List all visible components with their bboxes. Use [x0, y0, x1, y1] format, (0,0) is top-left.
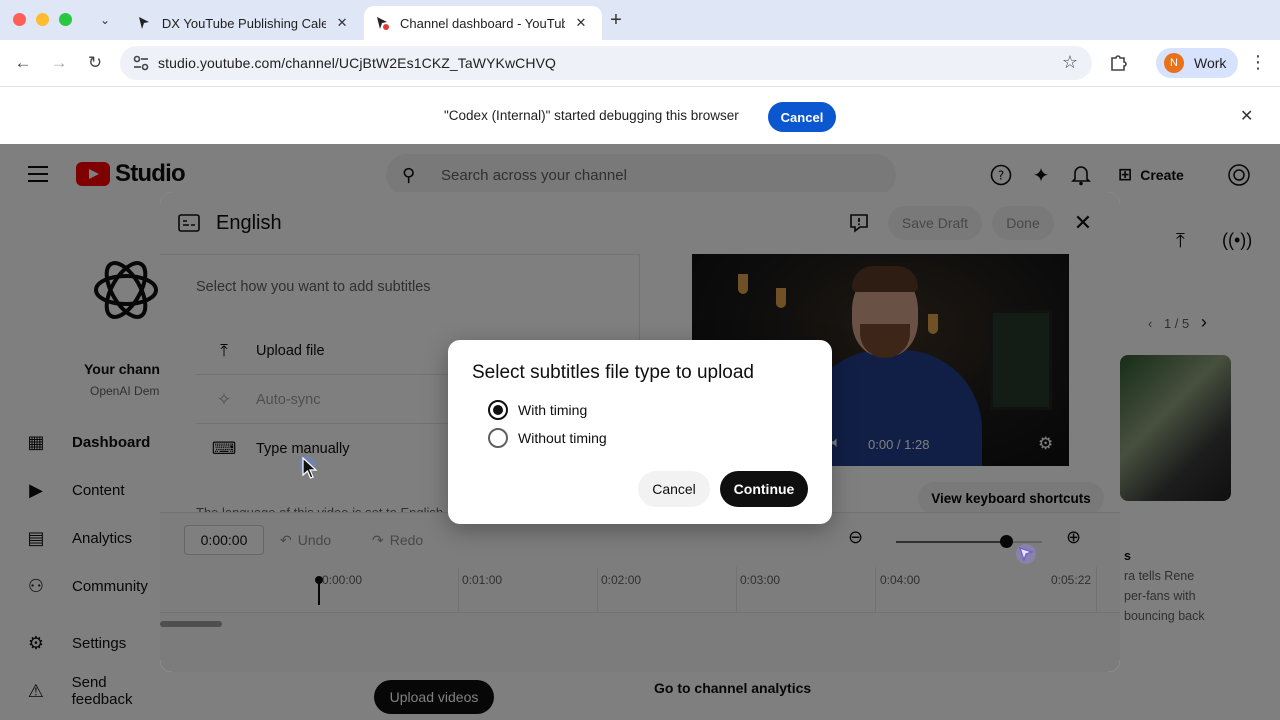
infobar-close-icon[interactable]: ✕ [1240, 106, 1253, 126]
infobar-cancel-button[interactable]: Cancel [768, 102, 836, 132]
window-close-button[interactable] [13, 13, 26, 26]
cursor-favicon-icon [136, 15, 152, 31]
window-maximize-button[interactable] [59, 13, 72, 26]
new-tab-plus-icon[interactable]: + [604, 8, 628, 32]
browser-menu-icon[interactable]: ⋮ [1248, 52, 1268, 74]
reload-icon[interactable]: ↻ [82, 50, 108, 76]
bookmark-star-icon[interactable]: ☆ [1062, 52, 1078, 73]
forward-arrow-icon[interactable]: → [46, 50, 72, 76]
url-text: studio.youtube.com/channel/UCjBtW2Es1CKZ… [158, 55, 557, 71]
cancel-button[interactable]: Cancel [638, 471, 710, 507]
mouse-pointer-icon [300, 456, 318, 479]
site-settings-icon[interactable] [132, 54, 150, 72]
browser-tab-channel-dashboard[interactable]: Channel dashboard - YouTube ✕ [364, 6, 602, 40]
modal-title: Select subtitles file type to upload [472, 362, 755, 383]
tab-title: DX YouTube Publishing Calen [161, 15, 327, 31]
window-minimize-button[interactable] [36, 13, 49, 26]
profile-button[interactable]: N Work [1156, 48, 1238, 78]
infobar-message: "Codex (Internal)" started debugging thi… [444, 108, 739, 123]
browser-toolbar: ← → ↻ studio.youtube.com/channel/UCjBtW2… [0, 40, 1280, 86]
tab-close-icon[interactable]: ✕ [573, 15, 589, 31]
subtitle-file-type-modal: Select subtitles file type to upload Wit… [448, 340, 832, 524]
profile-avatar: N [1164, 53, 1184, 73]
browser-tab-strip: ⌄ DX YouTube Publishing Calen ✕ Channel … [0, 0, 1280, 40]
tab-title: Channel dashboard - YouTube [400, 15, 565, 31]
back-arrow-icon[interactable]: ← [10, 50, 36, 76]
option-label: Without timing [518, 430, 607, 446]
agent-cursor-icon [1016, 544, 1036, 564]
without-timing-option[interactable]: Without timing [488, 428, 607, 448]
radio-button[interactable] [488, 428, 508, 448]
with-timing-option[interactable]: With timing [488, 400, 587, 420]
debugging-infobar: "Codex (Internal)" started debugging thi… [0, 86, 1280, 144]
browser-tab-publishing-calendar[interactable]: DX YouTube Publishing Calen ✕ [126, 6, 360, 40]
continue-button[interactable]: Continue [720, 471, 808, 507]
extensions-puzzle-icon[interactable] [1106, 50, 1132, 76]
tab-search-chevron-icon[interactable]: ⌄ [92, 8, 118, 32]
address-bar[interactable]: studio.youtube.com/channel/UCjBtW2Es1CKZ… [120, 46, 1092, 80]
option-label: With timing [518, 402, 588, 418]
profile-label: Work [1194, 55, 1227, 71]
tab-close-icon[interactable]: ✕ [334, 15, 350, 31]
radio-button-selected[interactable] [488, 400, 508, 420]
cursor-favicon-icon [374, 15, 390, 31]
